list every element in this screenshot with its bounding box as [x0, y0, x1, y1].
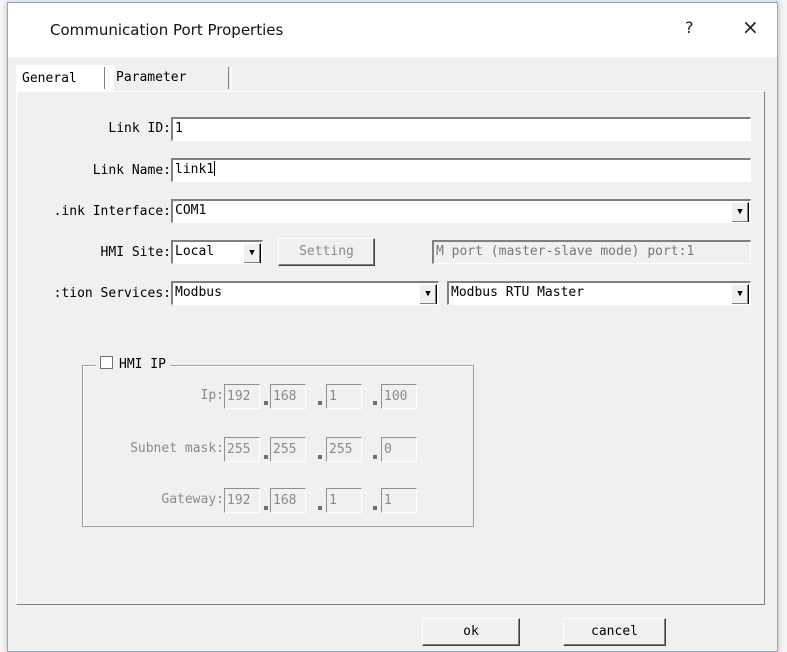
protocol-select[interactable]: Modbus ▼ [171, 281, 439, 305]
ip-dot [373, 401, 377, 405]
link-interface-label: .ink Interface: [53, 204, 171, 219]
hmi-site-label: HMI Site: [100, 245, 171, 260]
chevron-down-icon[interactable]: ▼ [243, 243, 261, 263]
subnet-dot [264, 455, 268, 459]
gateway-dot [264, 506, 268, 510]
protocol-value: Modbus [175, 285, 222, 300]
title-bar: Communication Port Properties ? × [8, 3, 777, 57]
gateway-octet-3[interactable]: 1 [326, 488, 362, 513]
chevron-down-icon[interactable]: ▼ [419, 284, 437, 304]
tab-separator [228, 67, 232, 89]
link-name-value: link1 [175, 162, 215, 177]
link-id-label: Link ID: [108, 121, 171, 136]
tab-separator [104, 67, 108, 89]
ip-octet-1[interactable]: 192 [224, 384, 260, 409]
link-interface-select[interactable]: COM1 ▼ [171, 199, 751, 223]
gateway-dot [318, 506, 322, 510]
hmi-site-value: Local [175, 244, 215, 259]
gateway-octet-1[interactable]: 192 [224, 488, 260, 513]
hmi-site-select[interactable]: Local ▼ [171, 240, 263, 264]
gateway-label: Gateway: [161, 492, 224, 507]
gateway-dot [373, 506, 377, 510]
ip-octet-2[interactable]: 168 [270, 384, 306, 409]
subnet-dot [373, 455, 377, 459]
close-button[interactable]: × [742, 15, 759, 39]
port-info-field: M port (master-slave mode) port:1 [432, 240, 751, 264]
link-name-field[interactable]: link1 [171, 158, 751, 182]
setting-button[interactable]: Setting [278, 238, 375, 266]
ip-dot [318, 401, 322, 405]
cancel-button[interactable]: cancel [563, 618, 666, 646]
subnet-label: Subnet mask: [130, 441, 224, 456]
gateway-octet-4[interactable]: 1 [381, 488, 417, 513]
ip-dot [264, 401, 268, 405]
link-name-label: Link Name: [92, 163, 171, 178]
ip-octet-4[interactable]: 100 [381, 384, 417, 409]
chevron-down-icon[interactable]: ▼ [731, 284, 749, 304]
chevron-down-icon[interactable]: ▼ [731, 202, 749, 222]
tab-general[interactable]: General [16, 65, 114, 92]
ip-label: Ip: [200, 388, 224, 403]
dialog-title: Communication Port Properties [50, 21, 284, 39]
hmi-ip-toggle[interactable]: HMI IP [96, 355, 170, 375]
text-caret [214, 161, 216, 176]
mode-value: Modbus RTU Master [451, 285, 585, 300]
link-id-field[interactable]: 1 [171, 117, 751, 141]
subnet-octet-1[interactable]: 255 [224, 437, 260, 462]
services-label: :tion Services: [53, 286, 171, 301]
mode-select[interactable]: Modbus RTU Master ▼ [447, 281, 751, 305]
ip-octet-3[interactable]: 1 [326, 384, 362, 409]
ok-button[interactable]: ok [422, 618, 520, 646]
subnet-octet-4[interactable]: 0 [381, 437, 417, 462]
link-interface-value: COM1 [175, 203, 207, 218]
gateway-octet-2[interactable]: 168 [270, 488, 306, 513]
subnet-octet-2[interactable]: 255 [270, 437, 306, 462]
subnet-dot [318, 455, 322, 459]
hmi-ip-label: HMI IP [119, 357, 166, 372]
hmi-ip-checkbox[interactable] [100, 356, 113, 369]
help-button[interactable]: ? [685, 18, 694, 37]
subnet-octet-3[interactable]: 255 [326, 437, 362, 462]
tab-parameter[interactable]: Parameter [110, 65, 254, 91]
